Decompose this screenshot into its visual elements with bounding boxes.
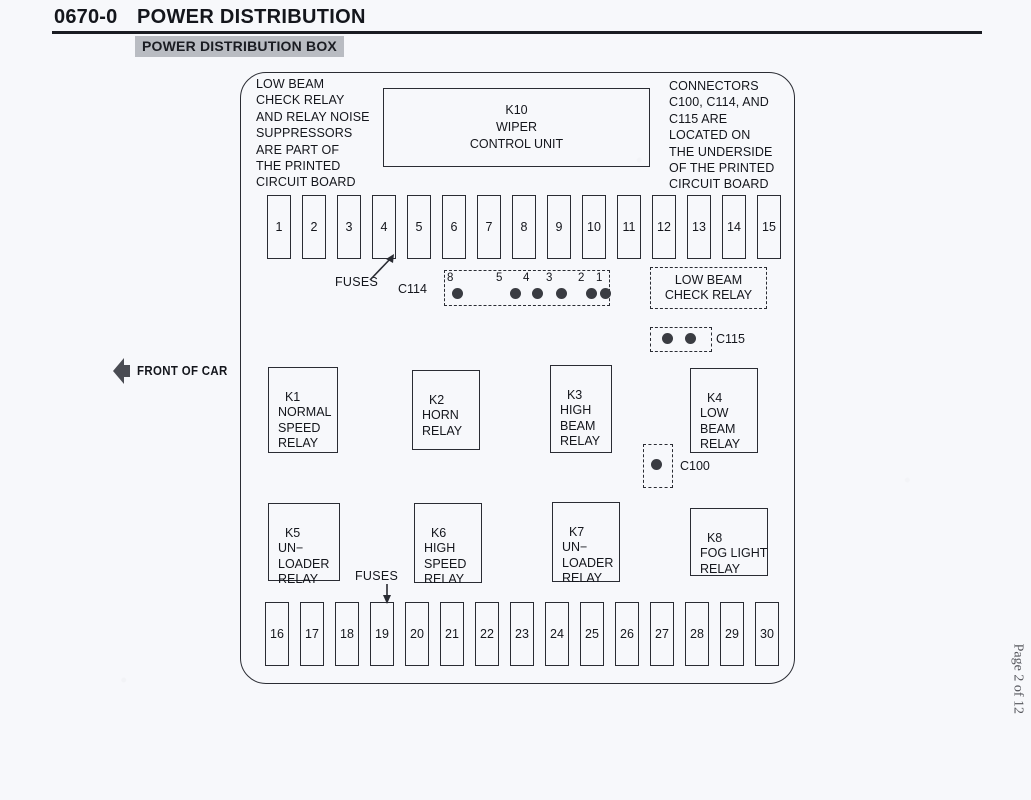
relay-k4-name: LOW BEAM RELAY [700,406,741,451]
relay-k5: K5 UN− LOADER RELAY [268,503,340,586]
c114-label: C114 [398,282,427,296]
fuse-14[interactable]: 14 [722,195,746,259]
fuse-7[interactable]: 7 [477,195,501,259]
wiper-control-unit: K10 WIPER CONTROL UNIT [383,88,650,167]
fuse-20[interactable]: 20 [405,602,429,666]
relay-k3-name: HIGH BEAM RELAY [560,403,601,448]
fuse-25[interactable]: 25 [580,602,604,666]
relay-k2-name: HORN RELAY [422,408,463,438]
relay-k2: K2 HORN RELAY [412,370,480,450]
relay-k5-name: UN− LOADER RELAY [278,541,330,586]
low-beam-check-relay: LOW BEAM CHECK RELAY [650,267,767,309]
c114-pin-1 [600,288,611,299]
c114-pin-label-4: 4 [523,272,530,284]
fuses-label-bottom: FUSES [355,569,399,583]
fuse-row-bottom: 16 17 18 19 20 21 22 23 24 25 26 27 28 29 30 [265,602,779,666]
fuse-28[interactable]: 28 [685,602,709,666]
header-divider [52,31,982,34]
page-title: POWER DISTRIBUTION [137,6,366,28]
relay-k6: K6 HIGH SPEED RELAY [414,503,482,586]
fuse-9[interactable]: 9 [547,195,571,259]
fuse-27[interactable]: 27 [650,602,674,666]
wiper-control-unit-line2: WIPER [496,120,537,134]
fuse-22[interactable]: 22 [475,602,499,666]
fuse-11[interactable]: 11 [617,195,641,259]
fuse-15[interactable]: 15 [757,195,781,259]
front-of-car-indicator: FRONT OF CAR [113,358,240,384]
relay-k3: K3 HIGH BEAM RELAY [550,365,612,453]
fuse-8[interactable]: 8 [512,195,536,259]
fuse-3[interactable]: 3 [337,195,361,259]
fuse-6[interactable]: 6 [442,195,466,259]
relay-k4: K4 LOW BEAM RELAY [690,368,758,453]
fuse-21[interactable]: 21 [440,602,464,666]
c114-pin-3 [556,288,567,299]
c114-pin-label-5: 5 [496,272,503,284]
fuse-row-top: 1 2 3 4 5 6 7 8 9 10 11 12 13 14 15 [267,195,781,259]
fuse-5[interactable]: 5 [407,195,431,259]
relay-k6-id: K6 [430,526,447,541]
low-beam-check-relay-line2: CHECK RELAY [664,288,753,302]
relay-k8: K8 FOG LIGHT RELAY [690,508,768,576]
fuse-10[interactable]: 10 [582,195,606,259]
c115-pin-2 [685,333,696,344]
c114-pin-8 [452,288,463,299]
c100-label: C100 [680,459,710,473]
relay-k5-id: K5 [284,526,301,541]
page-number: Page 2 of 12 [1010,643,1025,714]
c114-pin-4 [532,288,543,299]
fuse-23[interactable]: 23 [510,602,534,666]
fuse-19[interactable]: 19 [370,602,394,666]
fuses-pointer-arrow-top [369,254,394,281]
document-code: 0670-0 [54,6,118,28]
relay-k8-id: K8 [706,531,723,546]
c114-pin-2 [586,288,597,299]
front-of-car-label: FRONT OF CAR [137,363,228,378]
relay-k7: K7 UN− LOADER RELAY [552,502,620,585]
fuse-29[interactable]: 29 [720,602,744,666]
note-printed-circuit-board: LOW BEAM CHECK RELAY AND RELAY NOISE SUP… [256,77,370,190]
fuse-18[interactable]: 18 [335,602,359,666]
c114-pin-label-3: 3 [546,272,553,284]
c115-connector-outline [650,327,712,352]
relay-k8-name: FOG LIGHT RELAY [700,546,768,576]
fuse-17[interactable]: 17 [300,602,324,666]
fuse-12[interactable]: 12 [652,195,676,259]
relay-k1-id: K1 [284,390,301,405]
c115-pin-1 [662,333,673,344]
c114-pin-5 [510,288,521,299]
fuse-2[interactable]: 2 [302,195,326,259]
note-connectors-location: CONNECTORS C100, C114, AND C115 ARE LOCA… [669,79,775,192]
front-arrow-icon [113,358,130,384]
relay-k7-id: K7 [568,525,585,540]
c114-pin-label-2: 2 [578,272,585,284]
fuse-1[interactable]: 1 [267,195,291,259]
section-subtitle: POWER DISTRIBUTION BOX [135,36,344,57]
fuse-16[interactable]: 16 [265,602,289,666]
fuse-30[interactable]: 30 [755,602,779,666]
c114-pin-label-1: 1 [596,272,603,284]
relay-k4-id: K4 [706,391,723,406]
relay-k3-id: K3 [566,388,583,403]
fuse-13[interactable]: 13 [687,195,711,259]
low-beam-check-relay-line1: LOW BEAM [674,273,743,287]
relay-k1: K1 NORMAL SPEED RELAY [268,367,338,453]
fuse-24[interactable]: 24 [545,602,569,666]
fuse-4[interactable]: 4 [372,195,396,259]
wiper-control-unit-id: K10 [505,103,528,117]
relay-k6-name: HIGH SPEED RELAY [424,541,467,586]
wiper-control-unit-line3: CONTROL UNIT [469,137,564,151]
c100-pin-1 [651,459,662,470]
c115-label: C115 [716,332,745,346]
relay-k2-id: K2 [428,393,445,408]
relay-k7-name: UN− LOADER RELAY [562,540,614,585]
fuse-26[interactable]: 26 [615,602,639,666]
c114-pin-label-8: 8 [447,272,454,284]
relay-k1-name: NORMAL SPEED RELAY [278,405,332,450]
